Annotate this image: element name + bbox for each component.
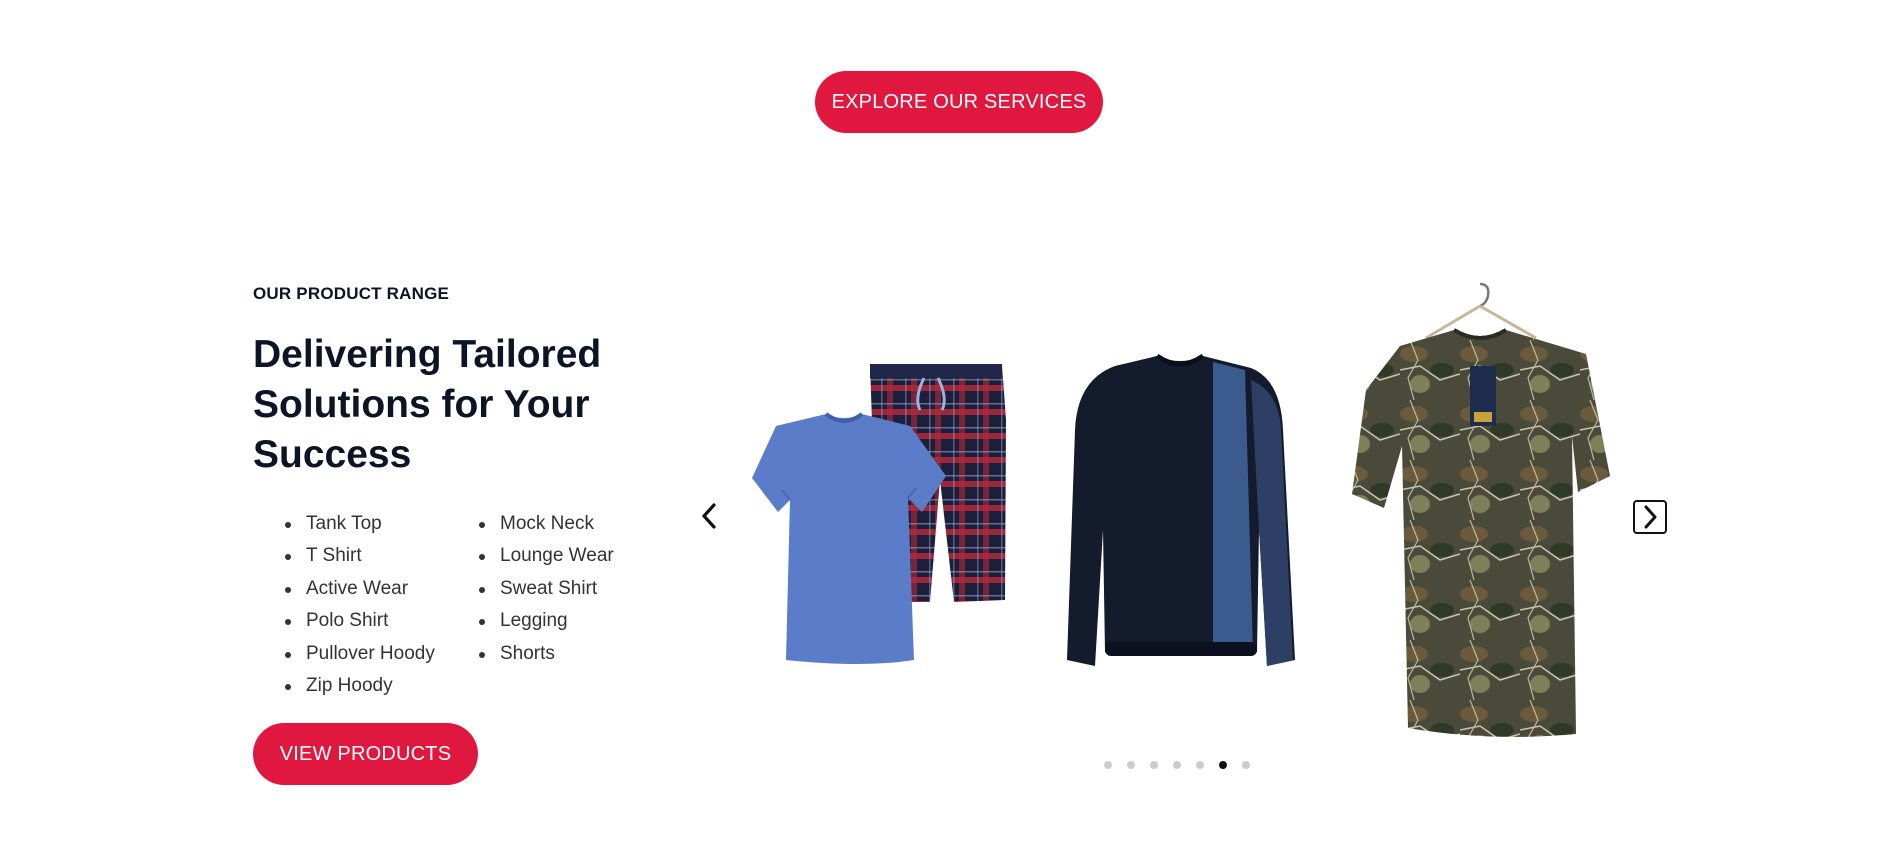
list-item: Active Wear <box>282 573 435 605</box>
list-item: Tank Top <box>282 508 435 540</box>
section-eyebrow: OUR PRODUCT RANGE <box>253 284 450 303</box>
product-image-tshirt-shorts <box>752 364 1006 664</box>
carousel-slide-loungewear-set[interactable] <box>734 280 1014 750</box>
list-item: Polo Shirt <box>282 605 435 637</box>
carousel-slide-camo-tshirt[interactable] <box>1340 280 1620 750</box>
list-item: Legging <box>476 605 614 637</box>
carousel-slide-sweatshirt[interactable] <box>1045 280 1315 750</box>
carousel-dot[interactable] <box>1242 761 1250 769</box>
list-item: Pullover Hoody <box>282 638 435 670</box>
list-item: Shorts <box>476 638 614 670</box>
carousel-prev-button[interactable] <box>694 500 724 532</box>
list-item: Mock Neck <box>476 508 614 540</box>
carousel-next-button[interactable] <box>1633 500 1667 534</box>
carousel-dot[interactable] <box>1127 761 1135 769</box>
list-item: Sweat Shirt <box>476 573 614 605</box>
product-image-camo-tshirt <box>1352 282 1610 737</box>
list-item: Lounge Wear <box>476 540 614 572</box>
carousel-dot-active[interactable] <box>1219 761 1227 769</box>
explore-services-button[interactable]: EXPLORE OUR SERVICES <box>815 71 1103 133</box>
list-item: T Shirt <box>282 540 435 572</box>
carousel-dot[interactable] <box>1150 761 1158 769</box>
carousel-dot[interactable] <box>1196 761 1204 769</box>
section-title: Delivering Tailored Solutions for Your S… <box>253 333 602 476</box>
carousel-dot[interactable] <box>1104 761 1112 769</box>
chevron-right-icon <box>1644 505 1657 529</box>
product-list-left: Tank Top T Shirt Active Wear Polo Shirt … <box>282 508 435 702</box>
chevron-left-icon <box>702 503 716 529</box>
view-products-button[interactable]: VIEW PRODUCTS <box>253 723 478 785</box>
carousel-pagination <box>1104 761 1250 769</box>
product-list-right: Mock Neck Lounge Wear Sweat Shirt Leggin… <box>476 508 614 670</box>
carousel-dot[interactable] <box>1173 761 1181 769</box>
list-item: Zip Hoody <box>282 670 435 702</box>
product-image-sweatshirt <box>1067 353 1295 666</box>
